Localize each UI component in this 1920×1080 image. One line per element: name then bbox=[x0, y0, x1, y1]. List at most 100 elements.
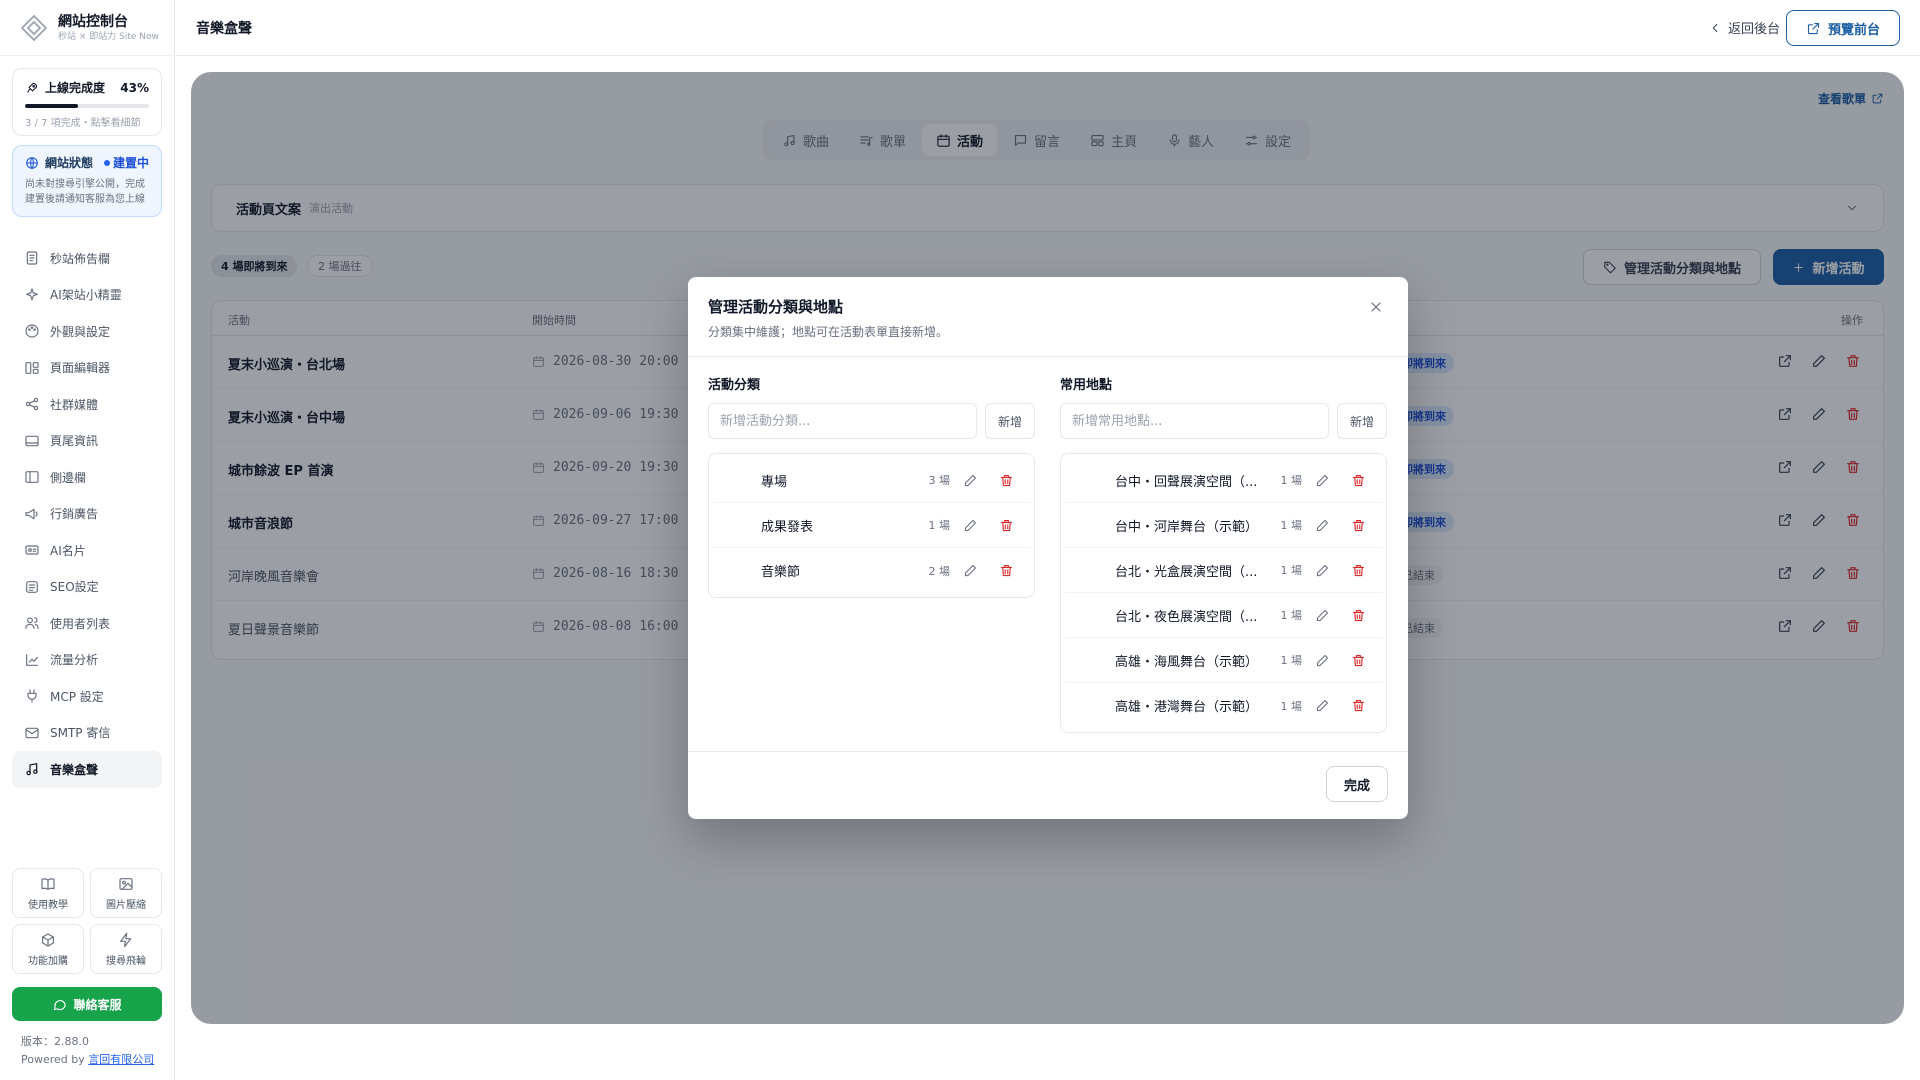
edit-icon[interactable] bbox=[1315, 698, 1330, 713]
quick-tile-label: 功能加購 bbox=[28, 955, 68, 967]
list-item-count: 1 場 bbox=[1280, 564, 1303, 577]
list-item[interactable]: 台北・光盒展演空間（... 1 場 bbox=[1065, 548, 1382, 593]
trash-icon[interactable] bbox=[999, 563, 1014, 578]
list-item-name: 專場 bbox=[761, 474, 788, 490]
brand-title: 網站控制台 bbox=[58, 13, 128, 30]
edit-icon[interactable] bbox=[1315, 563, 1330, 578]
sidebar-item-label: AI名片 bbox=[50, 543, 86, 558]
sidebar-item-14[interactable]: 音樂盒聲 bbox=[12, 751, 162, 788]
venues-column: 常用地點 新增 台中・回聲展演空間（...1 場台中・河岸舞台（示範）1 場台北… bbox=[1060, 374, 1387, 733]
chevron-left-icon bbox=[1708, 21, 1722, 35]
trash-icon[interactable] bbox=[999, 518, 1014, 533]
brand[interactable]: 網站控制台 秒站 × 即站力 Site Now bbox=[0, 0, 174, 56]
sidebar-item-label: 外觀與設定 bbox=[50, 324, 111, 339]
list-item-name: 高雄・海風舞台（示範） bbox=[1115, 654, 1259, 670]
dialog-subtitle: 分類集中維護；地點可在活動表單直接新增。 bbox=[708, 325, 949, 339]
edit-icon[interactable] bbox=[1315, 473, 1330, 488]
sidebar-item-5[interactable]: 頁尾資訊 bbox=[12, 423, 162, 460]
trash-icon[interactable] bbox=[1351, 608, 1366, 623]
progress-percent: 43% bbox=[120, 80, 149, 95]
close-icon[interactable] bbox=[1368, 299, 1384, 315]
sidebar-item-4[interactable]: 社群媒體 bbox=[12, 386, 162, 423]
edit-icon[interactable] bbox=[1315, 518, 1330, 533]
list-item[interactable]: 高雄・海風舞台（示範） 1 場 bbox=[1065, 638, 1382, 683]
drag-handle-icon[interactable] bbox=[1077, 518, 1087, 533]
trash-icon[interactable] bbox=[1351, 653, 1366, 668]
quick-tile-label: 搜尋飛輪 bbox=[106, 955, 146, 967]
trash-icon[interactable] bbox=[1351, 473, 1366, 488]
sidebar-item-0[interactable]: 秒站佈告欄 bbox=[12, 240, 162, 277]
trash-icon[interactable] bbox=[1351, 563, 1366, 578]
package-icon bbox=[40, 932, 56, 948]
sidebar-item-label: SEO設定 bbox=[50, 580, 99, 595]
sidebar-item-9[interactable]: SEO設定 bbox=[12, 569, 162, 606]
drag-handle-icon[interactable] bbox=[1077, 563, 1087, 578]
footer-icon bbox=[24, 433, 40, 449]
drag-handle-icon[interactable] bbox=[1077, 608, 1087, 623]
edit-icon[interactable] bbox=[963, 473, 978, 488]
categories-list: 專場 3 場成果發表 1 場音樂節 2 場 bbox=[708, 453, 1035, 598]
list-item[interactable]: 成果發表 1 場 bbox=[713, 503, 1030, 548]
site-status-badge-text: 建置中 bbox=[112, 156, 149, 170]
sidebar-item-label: MCP 設定 bbox=[50, 689, 104, 704]
progress-note: 3 / 7 項完成・點擊看細節 bbox=[25, 118, 141, 129]
sidebar-item-2[interactable]: 外觀與設定 bbox=[12, 313, 162, 350]
quick-tile-2[interactable]: 功能加購 bbox=[12, 924, 84, 974]
site-status-card[interactable]: 網站狀態 建置中 尚未對搜尋引擎公開，完成建置後請通知客服為您上線 bbox=[12, 145, 162, 217]
quick-tile-0[interactable]: 使用教學 bbox=[12, 868, 84, 918]
trash-icon[interactable] bbox=[999, 473, 1014, 488]
edit-icon[interactable] bbox=[963, 518, 978, 533]
contact-support-button[interactable]: 聯絡客服 bbox=[12, 987, 162, 1021]
sidebar-item-13[interactable]: SMTP 寄信 bbox=[12, 715, 162, 752]
quick-tile-1[interactable]: 圖片壓縮 bbox=[90, 868, 162, 918]
list-item[interactable]: 專場 3 場 bbox=[713, 458, 1030, 503]
sidebar-item-11[interactable]: 流量分析 bbox=[12, 642, 162, 679]
add-category-button[interactable]: 新增 bbox=[985, 403, 1035, 439]
new-venue-input[interactable] bbox=[1060, 403, 1329, 439]
drag-handle-icon[interactable] bbox=[725, 563, 735, 578]
edit-icon[interactable] bbox=[963, 563, 978, 578]
drag-handle-icon[interactable] bbox=[725, 518, 735, 533]
back-to-admin-link[interactable]: 返回後台 bbox=[1708, 18, 1780, 37]
list-item-name: 台北・光盒展演空間（... bbox=[1115, 564, 1258, 580]
list-item[interactable]: 台中・河岸舞台（示範） 1 場 bbox=[1065, 503, 1382, 548]
drag-handle-icon[interactable] bbox=[1077, 653, 1087, 668]
megaphone-icon bbox=[24, 506, 40, 522]
list-item[interactable]: 音樂節 2 場 bbox=[713, 548, 1030, 593]
trash-icon[interactable] bbox=[1351, 518, 1366, 533]
sidebar-item-8[interactable]: AI名片 bbox=[12, 532, 162, 569]
list-item[interactable]: 台北・夜色展演空間（... 1 場 bbox=[1065, 593, 1382, 638]
palette-icon bbox=[24, 323, 40, 339]
drag-handle-icon[interactable] bbox=[1077, 473, 1087, 488]
preview-frontend-button[interactable]: 預覽前台 bbox=[1786, 10, 1900, 46]
list-item-count: 1 場 bbox=[1280, 609, 1303, 622]
sidebar-item-10[interactable]: 使用者列表 bbox=[12, 605, 162, 642]
company-link[interactable]: 言回有限公司 bbox=[88, 1053, 154, 1066]
chart-icon bbox=[24, 652, 40, 668]
sidebar-item-12[interactable]: MCP 設定 bbox=[12, 678, 162, 715]
quick-tiles: 使用教學 圖片壓縮功能加購 搜尋飛輪 bbox=[12, 868, 162, 974]
sidebar-item-label: 音樂盒聲 bbox=[50, 762, 99, 777]
sidebar-item-7[interactable]: 行銷廣告 bbox=[12, 496, 162, 533]
bulletin-icon bbox=[24, 250, 40, 266]
done-button[interactable]: 完成 bbox=[1326, 766, 1388, 802]
drag-handle-icon[interactable] bbox=[725, 473, 735, 488]
trash-icon[interactable] bbox=[1351, 698, 1366, 713]
list-item[interactable]: 台中・回聲展演空間（... 1 場 bbox=[1065, 458, 1382, 503]
new-category-input[interactable] bbox=[708, 403, 977, 439]
quick-tile-3[interactable]: 搜尋飛輪 bbox=[90, 924, 162, 974]
list-item-count: 3 場 bbox=[928, 474, 951, 487]
chat-icon bbox=[52, 997, 67, 1012]
launch-progress-card[interactable]: 上線完成度 43% 3 / 7 項完成・點擊看細節 bbox=[12, 68, 162, 136]
list-item-count: 1 場 bbox=[1280, 699, 1303, 713]
add-venue-button[interactable]: 新增 bbox=[1337, 403, 1387, 439]
sidebar-item-3[interactable]: 頁面編輯器 bbox=[12, 350, 162, 387]
categories-title: 活動分類 bbox=[708, 378, 761, 393]
list-item[interactable]: 高雄・港灣舞台（示範） 1 場 bbox=[1065, 683, 1382, 728]
drag-handle-icon[interactable] bbox=[1077, 698, 1087, 713]
sidebar-item-1[interactable]: AI架站小精靈 bbox=[12, 277, 162, 314]
sidebar-item-6[interactable]: 側邊欄 bbox=[12, 459, 162, 496]
edit-icon[interactable] bbox=[1315, 608, 1330, 623]
edit-icon[interactable] bbox=[1315, 653, 1330, 668]
site-status-badge: 建置中 bbox=[103, 154, 149, 171]
